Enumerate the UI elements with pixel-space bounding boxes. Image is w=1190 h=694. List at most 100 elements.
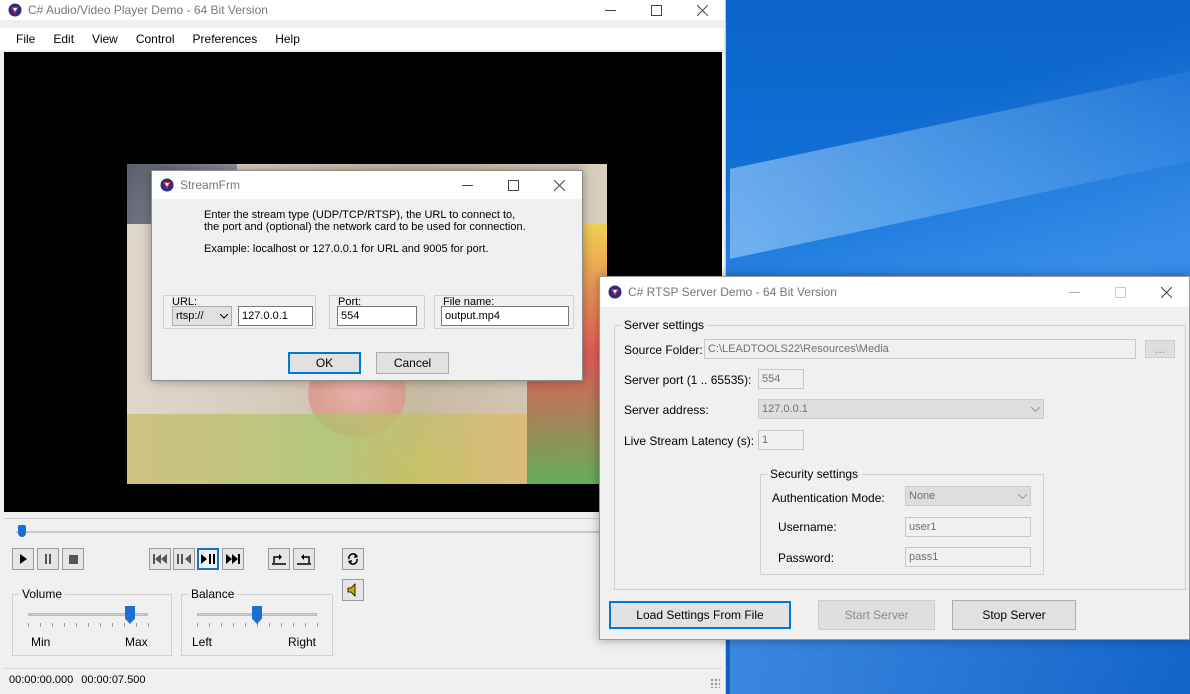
auth-mode-value: None	[909, 490, 936, 502]
rtsp-titlebar[interactable]: C# RTSP Server Demo - 64 Bit Version	[600, 277, 1189, 307]
menu-help[interactable]: Help	[266, 32, 309, 46]
minimize-icon	[604, 9, 616, 11]
pause-icon	[45, 554, 51, 564]
mute-button[interactable]	[342, 579, 364, 601]
server-port-input[interactable]: 554	[758, 369, 804, 389]
ok-button[interactable]: OK	[288, 352, 361, 374]
port-group: Port: 554	[329, 295, 425, 329]
seek-bar-thumb[interactable]	[18, 525, 26, 537]
password-input[interactable]: pass1	[905, 547, 1031, 567]
username-input[interactable]: user1	[905, 517, 1031, 537]
url-input[interactable]: 127.0.0.1	[238, 306, 313, 326]
loop-button[interactable]	[342, 548, 364, 570]
volume-max-label: Max	[125, 635, 148, 649]
protocol-select[interactable]: rtsp://	[172, 306, 232, 326]
close-button[interactable]	[536, 171, 582, 199]
close-icon	[696, 4, 708, 16]
auth-mode-label: Authentication Mode:	[772, 491, 885, 505]
menu-edit[interactable]: Edit	[44, 32, 83, 46]
maximize-icon	[1114, 286, 1126, 298]
minimize-icon	[461, 184, 473, 186]
current-time: 00:00:00.000	[9, 673, 74, 686]
close-icon	[553, 179, 565, 191]
stop-server-button[interactable]: Stop Server	[952, 600, 1076, 630]
stream-dialog-titlebar[interactable]: StreamFrm	[152, 171, 582, 199]
start-server-button[interactable]: Start Server	[818, 600, 935, 630]
minimize-button[interactable]	[587, 0, 633, 20]
minimize-button[interactable]	[444, 171, 490, 199]
rtsp-title: C# RTSP Server Demo - 64 Bit Version	[628, 285, 837, 299]
maximize-button[interactable]	[1097, 277, 1143, 307]
volume-group: Volume Min Max	[12, 587, 172, 656]
menu-bar: File Edit View Control Preferences Help	[0, 28, 724, 50]
username-label: Username:	[778, 520, 837, 534]
example-text: Example: localhost or 127.0.0.1 for URL …	[204, 243, 489, 255]
skip-to-end-icon	[226, 554, 240, 564]
security-settings-label: Security settings	[767, 467, 862, 481]
server-address-select[interactable]: 127.0.0.1	[758, 399, 1044, 419]
description-line-2: the port and (optional) the network card…	[204, 221, 526, 233]
file-name-group: File name: output.mp4	[434, 295, 574, 329]
mark-out-icon	[297, 554, 311, 565]
maximize-icon	[507, 179, 519, 191]
rtsp-server-window: C# RTSP Server Demo - 64 Bit Version Ser…	[599, 276, 1190, 640]
balance-right-label: Right	[288, 635, 317, 649]
description-line-1: Enter the stream type (UDP/TCP/RTSP), th…	[204, 209, 516, 221]
menu-preferences[interactable]: Preferences	[184, 32, 267, 46]
port-input[interactable]: 554	[337, 306, 417, 326]
play-button[interactable]	[12, 548, 34, 570]
chevron-down-icon	[1031, 406, 1040, 412]
url-group: URL: rtsp:// 127.0.0.1	[163, 295, 316, 329]
latency-input[interactable]: 1	[758, 430, 804, 450]
protocol-value: rtsp://	[176, 310, 204, 322]
stream-dialog: StreamFrm Enter the stream type (UDP/TCP…	[151, 170, 583, 381]
mark-in-button[interactable]	[268, 548, 290, 570]
server-settings-label: Server settings	[621, 318, 708, 332]
mark-out-button[interactable]	[293, 548, 315, 570]
balance-slider-thumb[interactable]	[252, 606, 262, 624]
status-bar: 00:00:00.000 00:00:07.500	[4, 668, 722, 690]
step-back-icon	[177, 554, 191, 564]
server-address-value: 127.0.0.1	[762, 403, 808, 415]
minimize-icon	[1068, 291, 1080, 293]
load-settings-button[interactable]: Load Settings From File	[609, 601, 791, 629]
close-button[interactable]	[679, 0, 725, 20]
chevron-down-icon	[220, 313, 228, 319]
close-button[interactable]	[1143, 277, 1189, 307]
step-forward-button[interactable]	[197, 548, 219, 570]
stream-dialog-title: StreamFrm	[180, 178, 240, 192]
source-folder-input[interactable]: C:\LEADTOOLS22\Resources\Media	[704, 339, 1136, 359]
step-back-button[interactable]	[173, 548, 195, 570]
volume-slider-thumb[interactable]	[125, 606, 135, 624]
resize-grip[interactable]	[710, 678, 720, 688]
player-title: C# Audio/Video Player Demo - 64 Bit Vers…	[28, 3, 268, 17]
volume-min-label: Min	[31, 635, 51, 649]
step-forward-icon	[201, 554, 215, 564]
minimize-button[interactable]	[1051, 277, 1097, 307]
stop-button[interactable]	[62, 548, 84, 570]
password-label: Password:	[778, 551, 835, 565]
maximize-button[interactable]	[633, 0, 679, 20]
cancel-button[interactable]: Cancel	[376, 352, 449, 374]
skip-to-start-icon	[153, 554, 167, 564]
maximize-icon	[650, 4, 662, 16]
app-logo-icon	[160, 178, 174, 192]
pause-button[interactable]	[37, 548, 59, 570]
skip-to-start-button[interactable]	[149, 548, 171, 570]
file-name-input[interactable]: output.mp4	[441, 306, 569, 326]
menu-view[interactable]: View	[83, 32, 127, 46]
menu-control[interactable]: Control	[127, 32, 184, 46]
stop-icon	[68, 554, 78, 564]
player-titlebar[interactable]: C# Audio/Video Player Demo - 64 Bit Vers…	[0, 0, 725, 20]
auth-mode-select[interactable]: None	[905, 486, 1031, 506]
menu-file[interactable]: File	[0, 32, 44, 46]
app-logo-icon	[608, 285, 622, 299]
source-folder-label: Source Folder:	[624, 343, 703, 357]
maximize-button[interactable]	[490, 171, 536, 199]
skip-to-end-button[interactable]	[222, 548, 244, 570]
server-address-label: Server address:	[624, 403, 709, 417]
volume-label: Volume	[19, 587, 66, 601]
balance-left-label: Left	[192, 635, 213, 649]
browse-button[interactable]: ...	[1145, 340, 1175, 358]
latency-label: Live Stream Latency (s):	[624, 434, 755, 448]
